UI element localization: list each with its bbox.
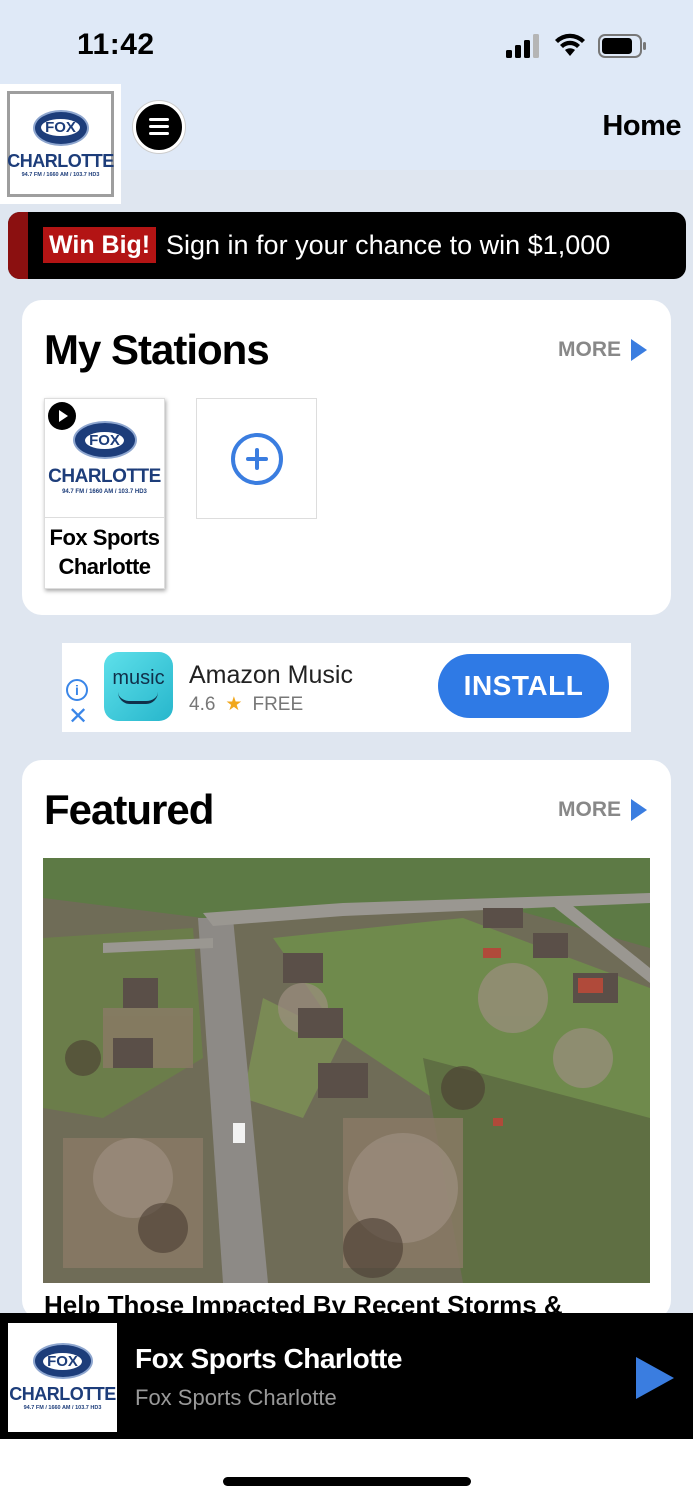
- station-logo[interactable]: FOX CHARLOTTE 94.7 FM / 1660 AM / 103.7 …: [0, 84, 121, 204]
- player-logo-frequency: 94.7 FM / 1660 AM / 103.7 HD3: [23, 1405, 102, 1412]
- my-stations-more-link[interactable]: MORE: [558, 338, 647, 362]
- install-button[interactable]: INSTALL: [438, 654, 609, 718]
- add-station-button[interactable]: [196, 398, 317, 519]
- logo-frequency-text: 94.7 FM / 1660 AM / 103.7 HD3: [21, 171, 100, 178]
- my-stations-card: My Stations MORE FOX CHARLOTTE 94.7 FM /…: [22, 300, 671, 615]
- cellular-signal-icon: [506, 34, 539, 58]
- win-big-banner[interactable]: Win Big! Sign in for your chance to win …: [8, 212, 686, 279]
- banner-accent: [8, 212, 28, 279]
- smile-arrow-icon: [118, 692, 158, 704]
- featured-more-link[interactable]: MORE: [558, 798, 647, 822]
- ad-rating: 4.6: [189, 693, 216, 715]
- home-indicator-area: [0, 1439, 693, 1500]
- hamburger-menu-icon[interactable]: [133, 101, 185, 153]
- page-title: Home: [602, 110, 681, 142]
- win-big-text: Sign in for your chance to win $1,000: [166, 230, 611, 260]
- star-icon: ★: [225, 694, 243, 715]
- amazon-music-app-icon[interactable]: music: [104, 652, 173, 721]
- featured-image[interactable]: [43, 858, 650, 1283]
- player-logo-brand: FOX: [43, 1352, 82, 1370]
- logo-brand-text: FOX: [41, 119, 80, 137]
- station-name: Fox Sports Charlotte: [49, 525, 160, 579]
- ad-icon-text: music: [112, 667, 165, 689]
- status-time: 11:42: [77, 28, 155, 61]
- win-big-tag: Win Big!: [43, 227, 157, 263]
- more-label: MORE: [558, 338, 621, 361]
- ad-close-icon[interactable]: ✕: [68, 705, 88, 729]
- storm-damage-aerial-image: [43, 858, 650, 1283]
- now-playing-logo: FOX CHARLOTTE 94.7 FM / 1660 AM / 103.7 …: [8, 1323, 117, 1432]
- chevron-right-icon: [631, 799, 647, 821]
- now-playing-title: Fox Sports Charlotte: [135, 1343, 402, 1374]
- ad-banner[interactable]: i ✕ music Amazon Music 4.6 ★ FREE INSTAL…: [62, 643, 631, 732]
- wifi-icon: [555, 33, 585, 56]
- now-playing-bar[interactable]: FOX CHARLOTTE 94.7 FM / 1660 AM / 103.7 …: [0, 1313, 693, 1439]
- logo-city-text: CHARLOTTE: [7, 150, 114, 171]
- more-label: MORE: [558, 798, 621, 821]
- ad-meta: 4.6 ★ FREE: [189, 693, 303, 716]
- featured-card: Featured MORE Help Those Impacted By Rec…: [22, 760, 671, 1320]
- player-logo-city: CHARLOTTE: [9, 1384, 116, 1405]
- tile-logo-frequency: 94.7 FM / 1660 AM / 103.7 HD3: [62, 489, 147, 495]
- ad-info-icon[interactable]: i: [66, 679, 88, 701]
- status-bar: 11:42: [0, 0, 693, 84]
- play-icon[interactable]: [636, 1357, 674, 1399]
- my-stations-title: My Stations: [44, 326, 270, 373]
- home-indicator[interactable]: [223, 1477, 471, 1486]
- station-tile-fox-sports-charlotte[interactable]: FOX CHARLOTTE 94.7 FM / 1660 AM / 103.7 …: [44, 398, 165, 589]
- tile-logo-city: CHARLOTTE: [48, 466, 161, 487]
- now-playing-subtitle: Fox Sports Charlotte: [135, 1385, 337, 1410]
- play-icon[interactable]: [48, 402, 76, 430]
- tile-logo-brand: FOX: [85, 431, 124, 449]
- chevron-right-icon: [631, 339, 647, 361]
- featured-title: Featured: [44, 786, 214, 833]
- add-circle-icon: [231, 433, 283, 485]
- battery-icon: [598, 34, 646, 58]
- ad-price: FREE: [252, 693, 304, 715]
- ad-app-name: Amazon Music: [189, 661, 353, 689]
